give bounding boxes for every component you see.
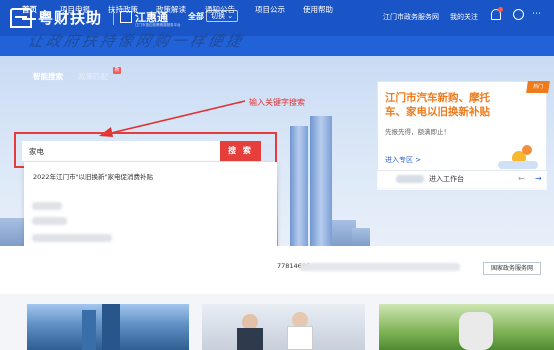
nav-policy-interpret[interactable]: 政策解读 <box>156 4 186 15</box>
arrow-right-icon[interactable]: → <box>535 174 542 183</box>
promo-title: 江门市汽车新购、摩托车、家电以旧换新补贴 <box>385 92 490 118</box>
city-photo[interactable] <box>27 304 189 350</box>
arrow-left-icon[interactable]: ← <box>518 174 525 183</box>
tab-policy-match[interactable]: 政策匹配 <box>78 71 108 82</box>
tab-smart-search[interactable]: 智能搜索 <box>33 71 63 82</box>
enter-zone-link[interactable]: 进入专区 > <box>385 155 421 165</box>
promo-subtitle: 先报先得，额满即止！ <box>385 128 450 136</box>
nav-home[interactable]: 首页 <box>22 4 37 15</box>
nav-project-publicity[interactable]: 项目公示 <box>255 4 285 15</box>
user-icon[interactable] <box>513 9 524 20</box>
agriculture-photo[interactable] <box>379 304 554 350</box>
new-badge: 新 <box>113 67 121 74</box>
info-strip <box>0 246 554 294</box>
region-label: 全部 <box>188 12 204 21</box>
suggestion-item[interactable]: 2022年江门市"以旧换新"家电促消费补贴 <box>33 171 153 181</box>
business-people-photo[interactable] <box>202 304 365 350</box>
more-icon[interactable]: ⋯ <box>532 9 541 19</box>
tower-left <box>290 126 308 246</box>
suggestion-item-blurred[interactable] <box>32 217 67 225</box>
blurred-username <box>396 175 424 183</box>
nav-active-indicator <box>22 18 36 20</box>
notification-dot <box>498 7 503 12</box>
blurred-info <box>300 263 460 271</box>
my-follow-link[interactable]: 我的关注 <box>450 12 478 22</box>
secondary-brand-sub: 江门市惠企政策精准服务平台 <box>135 23 181 27</box>
nav-help[interactable]: 使用帮助 <box>303 4 333 15</box>
search-input[interactable] <box>22 141 220 161</box>
search-button[interactable]: 搜 索 <box>220 141 261 161</box>
nav-project-apply[interactable]: 项目申报 <box>60 4 90 15</box>
hot-corner-badge: 热门 <box>526 81 550 93</box>
annotation-label: 输入关键字搜索 <box>249 98 305 107</box>
suggestion-item-blurred[interactable] <box>32 202 62 210</box>
enter-workbench-link[interactable]: 进入工作台 <box>429 174 464 184</box>
national-gov-service-button[interactable]: 国家政务服务网 <box>483 262 541 275</box>
tower-right <box>310 116 332 246</box>
hero-slogan: 让政府扶持像网购一样便捷 <box>25 32 246 50</box>
nav-support-policy[interactable]: 扶持政策 <box>108 4 138 15</box>
coins-illustration <box>498 141 540 171</box>
nav-notice[interactable]: 通知公告 <box>205 4 235 15</box>
suggestion-item-blurred[interactable] <box>32 234 112 242</box>
gov-service-link[interactable]: 江门市政务服务网 <box>383 12 439 22</box>
